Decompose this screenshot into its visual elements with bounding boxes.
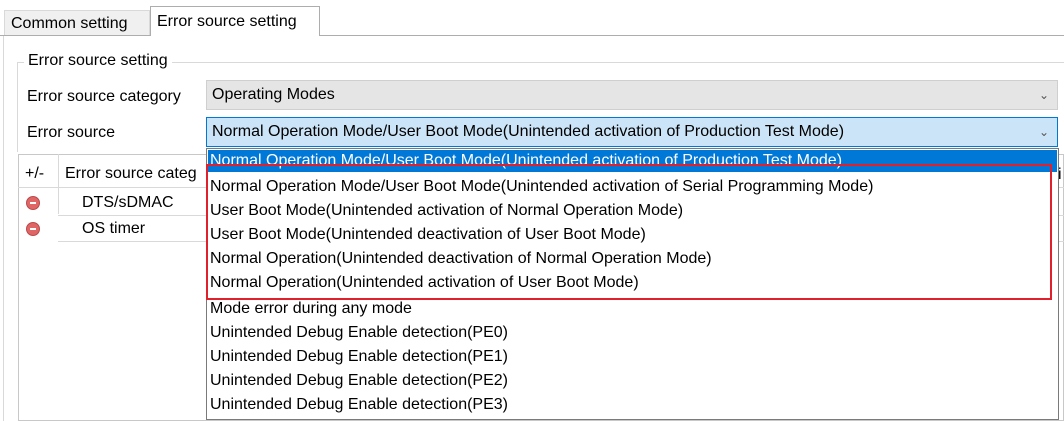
groupbox-border-top bbox=[17, 62, 1064, 63]
source-select[interactable]: Normal Operation Mode/User Boot Mode(Uni… bbox=[206, 117, 1058, 147]
tab-error-source-setting[interactable]: Error source setting bbox=[150, 6, 320, 36]
groupbox-border-left bbox=[17, 62, 18, 152]
category-value: Operating Modes bbox=[212, 86, 335, 103]
groupbox-title: Error source setting bbox=[24, 50, 172, 72]
table-row[interactable]: DTS/sDMAC bbox=[82, 192, 174, 214]
category-select[interactable]: Operating Modes ⌄ bbox=[206, 80, 1058, 110]
category-label: Error source category bbox=[27, 88, 181, 105]
dropdown-option[interactable]: Mode error during any mode bbox=[208, 298, 1057, 320]
header-category[interactable]: Error source categ bbox=[65, 163, 197, 185]
header-plus-minus[interactable]: +/- bbox=[25, 163, 44, 185]
dropdown-option[interactable]: Unintended Debug Enable detection(PE0) bbox=[208, 322, 1057, 344]
column-separator bbox=[58, 154, 59, 214]
table-row[interactable]: OS timer bbox=[82, 218, 145, 240]
minus-circle-icon[interactable] bbox=[26, 196, 40, 210]
highlight-box bbox=[206, 164, 1052, 300]
tab-common-setting[interactable]: Common setting bbox=[4, 10, 150, 36]
chevron-down-icon[interactable]: ⌄ bbox=[1039, 118, 1049, 146]
minus-circle-icon[interactable] bbox=[26, 222, 40, 236]
source-label: Error source bbox=[27, 124, 116, 141]
dropdown-option[interactable]: Unintended Debug Enable detection(PE3) bbox=[208, 394, 1057, 416]
tab-bar: Common setting Error source setting bbox=[0, 0, 1064, 36]
dropdown-option[interactable]: Unintended Debug Enable detection(PE1) bbox=[208, 346, 1057, 368]
dropdown-option[interactable]: Unintended Debug Enable detection(PE2) bbox=[208, 370, 1057, 392]
chevron-down-icon[interactable]: ⌄ bbox=[1039, 81, 1049, 109]
source-value: Normal Operation Mode/User Boot Mode(Uni… bbox=[212, 123, 845, 140]
